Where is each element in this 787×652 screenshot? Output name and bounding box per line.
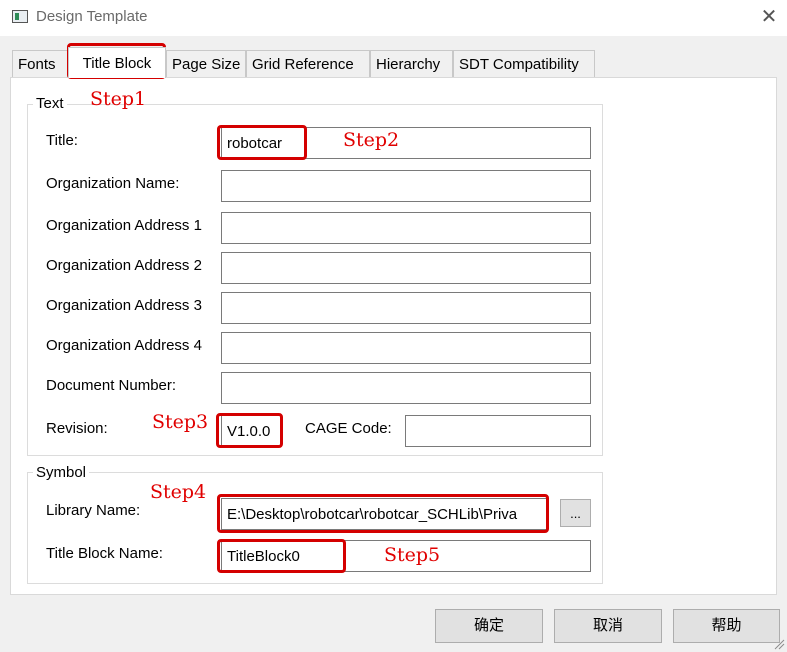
library-name-label: Library Name: [46, 502, 141, 519]
revision-label: Revision: [46, 420, 108, 437]
ok-button[interactable]: 确定 [435, 609, 543, 643]
revision-field[interactable] [221, 415, 281, 447]
tab-title-block[interactable]: Title Block [68, 47, 166, 78]
tab-page-size[interactable]: Page Size [166, 50, 246, 77]
window-title: Design Template [36, 8, 148, 25]
org-address-4-label: Organization Address 4 [46, 337, 202, 354]
document-number-label: Document Number: [46, 377, 177, 394]
title-block-name-label: Title Block Name: [46, 545, 163, 562]
step2-annotation: Step2 [343, 129, 400, 151]
org-address-4-field[interactable] [221, 332, 591, 364]
org-address-2-label: Organization Address 2 [46, 257, 202, 274]
text-group-label: Text [33, 95, 67, 112]
org-address-3-field[interactable] [221, 292, 591, 324]
step4-annotation: Step4 [150, 481, 207, 503]
step1-annotation: Step1 [90, 88, 147, 110]
help-button[interactable]: 帮助 [673, 609, 780, 643]
org-name-label: Organization Name: [46, 175, 180, 192]
cage-code-field[interactable] [405, 415, 591, 447]
app-icon [12, 10, 28, 23]
tab-hierarchy[interactable]: Hierarchy [370, 50, 453, 77]
browse-button[interactable]: ... [560, 499, 591, 527]
cage-code-label: CAGE Code: [305, 420, 392, 437]
tab-grid-reference[interactable]: Grid Reference [246, 50, 370, 77]
org-address-3-label: Organization Address 3 [46, 297, 202, 314]
title-field[interactable] [221, 127, 591, 159]
tab-sdt-compatibility[interactable]: SDT Compatibility [453, 50, 595, 77]
resize-grip-icon[interactable] [771, 636, 785, 650]
org-name-field[interactable] [221, 170, 591, 202]
symbol-group-label: Symbol [33, 464, 90, 481]
title-label: Title: [46, 132, 78, 149]
org-address-1-field[interactable] [221, 212, 591, 244]
tab-fonts[interactable]: Fonts [12, 50, 68, 77]
close-icon[interactable]: ✕ [758, 6, 780, 28]
cancel-button[interactable]: 取消 [554, 609, 662, 643]
org-address-1-label: Organization Address 1 [46, 217, 202, 234]
library-name-field[interactable] [221, 498, 547, 530]
document-number-field[interactable] [221, 372, 591, 404]
org-address-2-field[interactable] [221, 252, 591, 284]
step5-annotation: Step5 [384, 544, 441, 566]
step3-annotation: Step3 [152, 411, 209, 433]
